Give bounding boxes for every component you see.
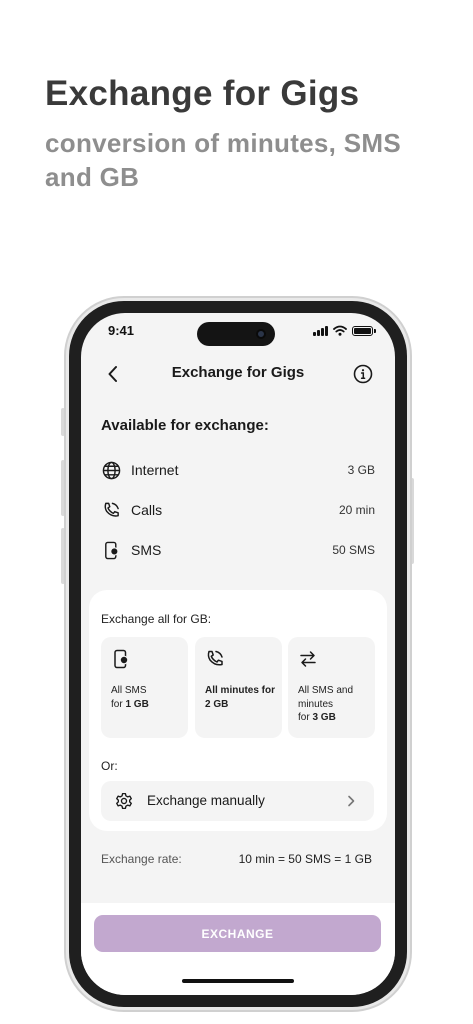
exchange-option-prefix: for [111, 698, 126, 710]
available-item-internet: Internet 3 GB [101, 458, 375, 482]
exchange-option-amount: 3 GB [312, 712, 336, 723]
exchange-manually-button[interactable]: Exchange manually [101, 781, 374, 821]
available-item-value: 20 min [338, 503, 375, 517]
exchange-manually-label: Exchange manually [147, 793, 265, 808]
available-item-value: 3 GB [347, 463, 375, 477]
chevron-left-icon [108, 366, 117, 382]
exchange-option-amount: All minutes for 2 GB [205, 685, 276, 710]
exchange-option-prefix: for [298, 712, 313, 723]
info-button[interactable] [351, 362, 375, 386]
signal-icon [313, 325, 328, 336]
available-item-calls: Calls 20 min [101, 498, 375, 522]
status-time: 9:41 [108, 323, 135, 338]
exchange-option-sms[interactable]: All SMS for 1 GB [101, 637, 188, 738]
camera-icon [256, 329, 266, 339]
exchange-option-text: All minutes for 2 GB [205, 684, 277, 711]
phone-icon [101, 500, 121, 520]
info-icon [353, 364, 373, 384]
exchange-rate-value: 10 min = 50 SMS = 1 GB [238, 852, 372, 866]
gear-icon [115, 792, 133, 810]
available-title: Available for exchange: [101, 417, 269, 434]
exchange-option-all[interactable]: All SMS and minutes for 3 GB [288, 637, 375, 738]
wifi-icon [333, 325, 347, 336]
phone-icon [205, 649, 225, 669]
sms-icon [111, 649, 131, 669]
exchange-option-text: All SMS for 1 GB [111, 684, 183, 711]
exchange-all-title: Exchange all for GB: [101, 612, 212, 626]
exchange-option-minutes[interactable]: All minutes for 2 GB [195, 637, 282, 738]
promo-headline: Exchange for Gigs [45, 74, 360, 113]
exchange-option-amount: 1 GB [125, 698, 149, 710]
or-label: Or: [101, 759, 118, 773]
phone-screen: 9:41 Exchange for Gigs Available for exc… [81, 313, 395, 995]
battery-icon [352, 325, 376, 336]
exchange-button[interactable]: EXCHANGE [94, 915, 381, 952]
page-title: Exchange for Gigs [171, 364, 305, 381]
available-item-sms: SMS 50 SMS [101, 538, 375, 562]
available-item-label: Calls [131, 502, 163, 518]
exchange-option-line1: All SMS [111, 685, 147, 696]
status-icons [313, 325, 376, 336]
swap-icon [298, 649, 318, 669]
available-item-label: SMS [131, 542, 162, 558]
bottom-action-bar: EXCHANGE [81, 903, 395, 995]
chevron-right-icon [344, 794, 358, 808]
available-item-value: 50 SMS [332, 543, 375, 557]
home-indicator[interactable] [182, 979, 294, 983]
available-item-label: Internet [131, 462, 179, 478]
exchange-rate-label: Exchange rate: [101, 852, 182, 866]
exchange-option-text: All SMS and minutes for 3 GB [298, 684, 370, 725]
exchange-all-card: Exchange all for GB: All SMS for 1 GB Al… [89, 590, 387, 831]
dynamic-island [197, 322, 275, 346]
sms-icon [101, 540, 121, 560]
globe-icon [101, 460, 121, 480]
back-button[interactable] [101, 362, 125, 386]
promo-subline: conversion of minutes, SMS and GB [45, 128, 401, 192]
exchange-option-line1: All SMS and minutes [298, 685, 354, 710]
